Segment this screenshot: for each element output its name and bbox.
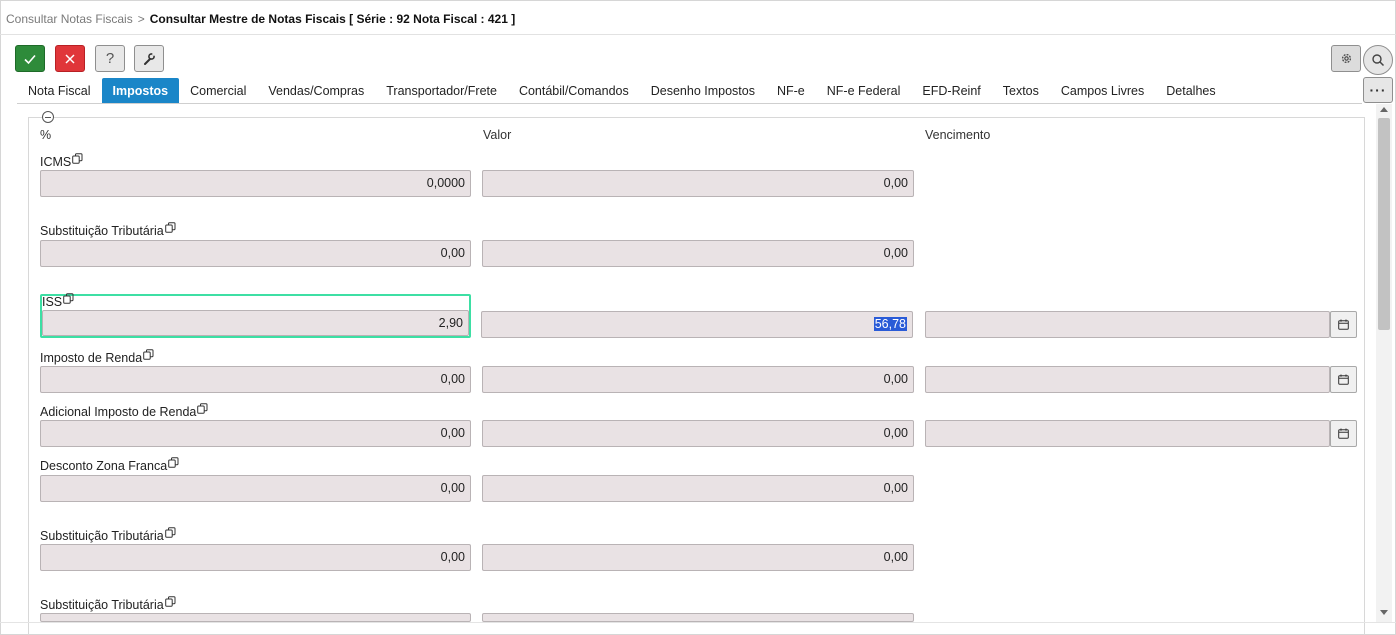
- field-label-substituicao-tributaria: Substituição Tributária: [40, 527, 176, 543]
- tab-transportador-frete[interactable]: Transportador/Frete: [375, 78, 508, 103]
- field-label-adicional-imposto-de-renda: Adicional Imposto de Renda: [40, 403, 208, 419]
- gear-icon: [1341, 53, 1351, 64]
- field-label-iss: ISS: [42, 293, 74, 309]
- field-label-icms: ICMS: [40, 153, 83, 169]
- breadcrumb-divider: [0, 34, 1396, 35]
- scroll-up-arrow-icon[interactable]: [1380, 107, 1388, 112]
- field-label-imposto-de-renda: Imposto de Renda: [40, 349, 154, 365]
- breadcrumb-separator: >: [137, 12, 145, 26]
- breadcrumb-parent-link[interactable]: Consultar Notas Fiscais: [6, 12, 133, 26]
- page-title: Consultar Mestre de Notas Fiscais [ Séri…: [149, 12, 516, 26]
- tab-efd-reinf[interactable]: EFD-Reinf: [911, 78, 991, 103]
- ir-value-field[interactable]: 0,00: [482, 366, 914, 393]
- field-label-text: Substituição Tributária: [40, 224, 164, 238]
- more-options-button[interactable]: ···: [1363, 77, 1393, 103]
- field-label-text: ISS: [42, 295, 63, 309]
- st-value-field[interactable]: 0,00: [482, 240, 914, 267]
- field-label-substituicao-tributaria: Substituição Tributária: [40, 222, 176, 238]
- column-header-percent: %: [40, 128, 52, 142]
- settings-button[interactable]: [1331, 45, 1361, 72]
- st2-value-field[interactable]: 0,00: [482, 544, 914, 571]
- st2-percent-field[interactable]: 0,00: [40, 544, 471, 571]
- air-value-field[interactable]: 0,00: [482, 420, 914, 447]
- copy-icon[interactable]: [164, 527, 176, 538]
- iss-due-date-field[interactable]: [925, 311, 1330, 338]
- ir-due-date-field[interactable]: [925, 366, 1330, 393]
- tab-bar: Nota Fiscal Impostos Comercial Vendas/Co…: [17, 78, 1227, 103]
- tab-contabil-comandos[interactable]: Contábil/Comandos: [508, 78, 640, 103]
- st-percent-field[interactable]: 0,00: [40, 240, 471, 267]
- icms-value-field[interactable]: 0,00: [482, 170, 914, 197]
- scrollbar-thumb[interactable]: [1378, 118, 1390, 330]
- help-label: ?: [105, 50, 115, 67]
- help-button[interactable]: ?: [95, 45, 125, 72]
- tab-vendas-compras[interactable]: Vendas/Compras: [257, 78, 375, 103]
- scroll-down-arrow-icon[interactable]: [1380, 610, 1388, 615]
- field-label-text: Adicional Imposto de Renda: [40, 405, 197, 419]
- copy-icon[interactable]: [164, 596, 176, 607]
- iss-due-date-picker[interactable]: [1330, 311, 1357, 338]
- more-icon: ···: [1369, 82, 1387, 98]
- tab-nfe[interactable]: NF-e: [766, 78, 816, 103]
- column-header-due: Vencimento: [925, 128, 991, 142]
- field-label-text: ICMS: [40, 155, 72, 169]
- calendar-icon: [1338, 319, 1349, 330]
- field-label-text: Desconto Zona Franca: [40, 459, 168, 473]
- dzf-percent-field[interactable]: 0,00: [40, 475, 471, 502]
- copy-icon[interactable]: [72, 153, 83, 164]
- copy-icon[interactable]: [197, 403, 208, 414]
- collapse-icon[interactable]: [42, 111, 54, 123]
- selected-text: 56,78: [873, 317, 907, 331]
- search-button[interactable]: [1363, 45, 1393, 75]
- tab-desenho-impostos[interactable]: Desenho Impostos: [640, 78, 766, 103]
- copy-icon[interactable]: [63, 293, 74, 304]
- field-label-text: Substituição Tributária: [40, 598, 164, 612]
- ir-percent-field[interactable]: 0,00: [40, 366, 471, 393]
- search-icon: [1372, 54, 1385, 67]
- field-label-desconto-zona-franca: Desconto Zona Franca: [40, 457, 179, 473]
- cancel-button[interactable]: [55, 45, 85, 72]
- tab-detalhes[interactable]: Detalhes: [1155, 78, 1226, 103]
- ir-due-date-picker[interactable]: [1330, 366, 1357, 393]
- st3-value-field[interactable]: [482, 613, 914, 622]
- breadcrumb: Consultar Notas Fiscais > Consultar Mestre…: [6, 12, 515, 26]
- wrench-icon: [144, 52, 156, 65]
- iss-percent-field[interactable]: 2,90: [42, 310, 469, 336]
- field-label-substituicao-tributaria: Substituição Tributária: [40, 596, 176, 612]
- copy-icon[interactable]: [143, 349, 154, 360]
- bottom-divider: [0, 622, 1396, 623]
- icms-percent-field[interactable]: 0,0000: [40, 170, 471, 197]
- dzf-value-field[interactable]: 0,00: [482, 475, 914, 502]
- calendar-icon: [1338, 374, 1349, 385]
- air-due-date-field[interactable]: [925, 420, 1330, 447]
- copy-icon[interactable]: [164, 222, 176, 233]
- tab-nota-fiscal[interactable]: Nota Fiscal: [17, 78, 102, 103]
- tools-button[interactable]: [134, 45, 164, 72]
- copy-icon[interactable]: [168, 457, 179, 468]
- air-due-date-picker[interactable]: [1330, 420, 1357, 447]
- iss-value-field[interactable]: 56,78: [481, 311, 913, 338]
- confirm-button[interactable]: [15, 45, 45, 72]
- air-percent-field[interactable]: 0,00: [40, 420, 471, 447]
- st3-percent-field[interactable]: [40, 613, 471, 622]
- tab-textos[interactable]: Textos: [992, 78, 1050, 103]
- tab-impostos[interactable]: Impostos: [101, 78, 180, 103]
- column-header-value: Valor: [483, 128, 512, 142]
- field-label-text: Imposto de Renda: [40, 351, 143, 365]
- check-icon: [24, 54, 36, 64]
- tab-underline: [17, 103, 1362, 104]
- field-label-text: Substituição Tributária: [40, 529, 164, 543]
- tab-comercial[interactable]: Comercial: [179, 78, 257, 103]
- tab-nfe-federal[interactable]: NF-e Federal: [816, 78, 912, 103]
- calendar-icon: [1338, 428, 1349, 439]
- x-icon: [65, 53, 75, 64]
- tab-campos-livres[interactable]: Campos Livres: [1050, 78, 1155, 103]
